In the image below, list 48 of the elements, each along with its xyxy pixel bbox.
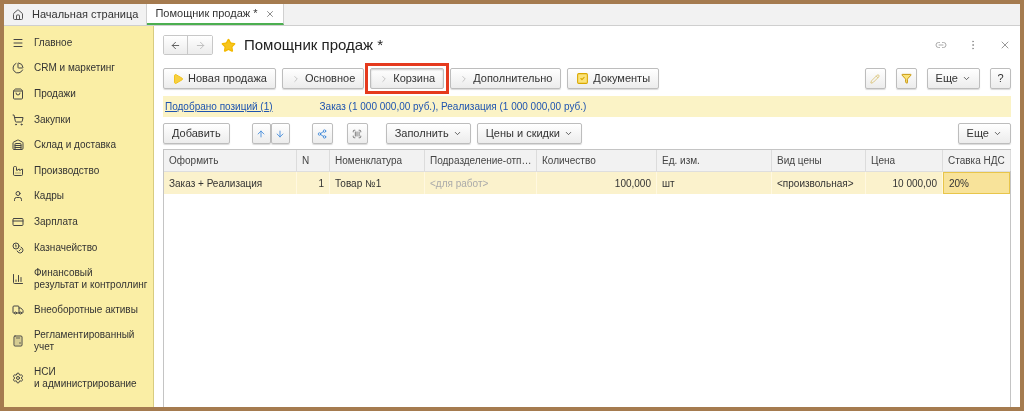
add-button[interactable]: Добавить: [163, 123, 230, 144]
step-button[interactable]: Новая продажа: [163, 68, 276, 89]
more-button[interactable]: Еще: [926, 68, 980, 89]
column-header[interactable]: Ед. изм.: [657, 150, 772, 171]
step-button[interactable]: Основное: [281, 68, 365, 89]
table-cell: Товар №1: [330, 172, 425, 194]
tab-label: Начальная страница: [32, 7, 139, 23]
table-cell: 100,000: [537, 172, 657, 194]
column-header[interactable]: Цена: [866, 150, 943, 171]
column-header[interactable]: Ставка НДС: [943, 150, 1011, 171]
tab-label: Помощник продаж *: [155, 6, 258, 22]
form-title: Помощник продаж *: [244, 34, 384, 55]
prices-button[interactable]: Цены и скидки: [476, 123, 582, 144]
column-header[interactable]: N: [297, 150, 330, 171]
selected-items-link[interactable]: Подобрано позиций (1): [165, 99, 273, 114]
sidebar-item[interactable]: НСИ и администрирование: [4, 359, 153, 397]
sidebar-item[interactable]: Зарплата: [4, 209, 153, 235]
table-cell: <произвольная>: [772, 172, 866, 194]
table-cell: Заказ + Реализация: [164, 172, 297, 194]
sidebar-item[interactable]: Регламентированный учет: [4, 322, 153, 360]
step-button[interactable]: Дополнительно: [450, 68, 562, 89]
column-header[interactable]: Номенклатура: [330, 150, 425, 171]
sidebar-item[interactable]: CRM и маркетинг: [4, 55, 153, 82]
sidebar-item[interactable]: Внеоборотные активы: [4, 297, 153, 323]
sidebar-item[interactable]: Главное: [4, 30, 153, 56]
table-cell: 1: [297, 172, 330, 194]
sidebar-item[interactable]: Кадры: [4, 183, 153, 210]
sidebar-item[interactable]: Склад и доставка: [4, 132, 153, 158]
table-cell: шт: [657, 172, 772, 194]
table-row[interactable]: Заказ + Реализация 1 Товар №1 <для работ> 100,000 шт <произвольная> 10 000,00 20%: [164, 172, 1010, 194]
sidebar-item[interactable]: Продажи: [4, 81, 153, 107]
sidebar-item[interactable]: Финансовый результат и контроллинг: [4, 260, 153, 298]
sidebar-item[interactable]: Казначейство: [4, 234, 153, 261]
table-cell: <для работ>: [425, 172, 537, 194]
column-header[interactable]: Вид цены: [772, 150, 866, 171]
step-button[interactable]: Корзина: [370, 68, 445, 89]
column-header[interactable]: Количество: [537, 150, 657, 171]
sidebar-item[interactable]: Закупки: [4, 106, 153, 133]
fill-button[interactable]: Заполнить: [385, 123, 471, 144]
more-button[interactable]: Еще: [957, 123, 1011, 144]
table-cell: 20%: [943, 172, 1010, 194]
sidebar-item[interactable]: Производство: [4, 157, 153, 184]
step-button[interactable]: Документы: [567, 68, 660, 89]
column-header[interactable]: Оформить: [164, 150, 297, 171]
summary-text: Заказ (1 000 000,00 руб.), Реализация (1 000 000,00 руб.): [319, 100, 587, 114]
column-header[interactable]: Подразделение-отп…: [425, 150, 537, 171]
tab[interactable]: Помощник продаж *: [147, 4, 285, 25]
help-button[interactable]: ?: [990, 68, 1011, 89]
